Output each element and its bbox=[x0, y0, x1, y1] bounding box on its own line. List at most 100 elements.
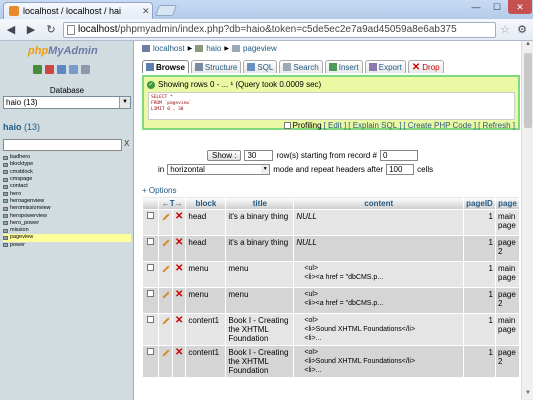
tab-sql[interactable]: SQL bbox=[243, 60, 278, 73]
table-row[interactable]: ✕ menu menu <ul> <li><a href = "dbCMS.p... 1 m… bbox=[142, 261, 520, 288]
window-close-icon[interactable]: ✕ bbox=[508, 0, 532, 14]
table-browse-icon[interactable] bbox=[3, 221, 8, 226]
breadcrumb-database[interactable]: haio bbox=[206, 44, 221, 53]
column-header[interactable]: content bbox=[293, 196, 464, 210]
table-row[interactable]: ✕ head it's a binary thing NULL 1 page 2 bbox=[142, 235, 520, 262]
display-mode-select[interactable]: horizontal ▼ bbox=[167, 163, 271, 175]
sidebar-table-item[interactable]: heroagenview bbox=[3, 198, 131, 205]
sidebar-table-item[interactable]: contact bbox=[3, 183, 131, 190]
maximize-icon[interactable]: ☐ bbox=[487, 0, 507, 14]
table-row[interactable]: ✕ head it's a binary thing NULL 1 main page bbox=[142, 209, 520, 236]
tab-insert[interactable]: Insert bbox=[324, 60, 363, 73]
sidebar-table-item[interactable]: cmspage bbox=[3, 176, 131, 183]
filter-clear-button[interactable]: X bbox=[124, 139, 129, 148]
edit-pencil-icon[interactable] bbox=[161, 316, 170, 325]
wrench-menu-icon[interactable]: ⚙ bbox=[514, 22, 530, 38]
delete-icon[interactable]: ✕ bbox=[175, 315, 183, 326]
edit-pencil-icon[interactable] bbox=[161, 212, 170, 221]
sidebar-table-item[interactable]: hero bbox=[3, 190, 131, 197]
sidebar-table-item[interactable]: badhero bbox=[3, 154, 131, 161]
table-browse-icon[interactable] bbox=[3, 243, 8, 248]
sidebar-table-item[interactable]: hero_power bbox=[3, 220, 131, 227]
address-bar[interactable]: localhost/phpmyadmin/index.php?db=haio&t… bbox=[63, 21, 497, 38]
table-browse-icon[interactable] bbox=[3, 235, 8, 240]
options-link[interactable]: + Options bbox=[142, 186, 176, 195]
home-icon[interactable] bbox=[33, 65, 42, 74]
edit-pencil-icon[interactable] bbox=[161, 238, 170, 247]
breadcrumb-table[interactable]: pageview bbox=[243, 44, 277, 53]
delete-icon[interactable]: ✕ bbox=[175, 237, 183, 248]
breadcrumb-server[interactable]: localhost bbox=[153, 44, 185, 53]
row-checkbox[interactable] bbox=[147, 348, 154, 355]
table-row[interactable]: ✕ content1 Book I - Creating the XHTML Fou… bbox=[142, 313, 520, 346]
sidebar-table-item[interactable]: pageview bbox=[3, 234, 131, 242]
column-header[interactable]: block bbox=[185, 196, 227, 210]
current-database-name[interactable]: haio (13) bbox=[3, 122, 40, 132]
delete-icon[interactable]: ✕ bbox=[175, 347, 183, 358]
table-browse-icon[interactable] bbox=[3, 184, 8, 189]
phpmyadmin-logo[interactable]: phpMyAdmin bbox=[28, 45, 98, 57]
table-browse-icon[interactable] bbox=[3, 199, 8, 204]
reload-icon[interactable]: ↻ bbox=[43, 22, 59, 38]
tab-drop[interactable]: ✕ Drop bbox=[407, 60, 444, 73]
new-tab-button[interactable] bbox=[154, 5, 178, 16]
start-record-input[interactable]: 0 bbox=[379, 149, 418, 161]
logout-icon[interactable] bbox=[45, 65, 54, 74]
profiling-checkbox[interactable] bbox=[283, 122, 291, 129]
row-checkbox[interactable] bbox=[147, 290, 154, 297]
edit-pencil-icon[interactable] bbox=[161, 290, 170, 299]
scrollbar-thumb[interactable] bbox=[524, 53, 532, 128]
delete-icon[interactable]: ✕ bbox=[175, 263, 183, 274]
sidebar-table-item[interactable]: heromissionview bbox=[3, 205, 131, 212]
row-checkbox[interactable] bbox=[147, 316, 154, 323]
column-arrows-icon[interactable]: ←T→ bbox=[157, 196, 187, 210]
show-button[interactable]: Show : bbox=[207, 149, 242, 161]
sidebar-table-item[interactable]: heropowerview bbox=[3, 212, 131, 219]
delete-icon[interactable]: ✕ bbox=[175, 289, 183, 300]
tab-export[interactable]: Export bbox=[364, 60, 406, 73]
column-header[interactable]: title bbox=[225, 196, 295, 210]
column-header[interactable]: pageID bbox=[463, 196, 496, 210]
sidebar-table-item[interactable]: power bbox=[3, 242, 131, 249]
back-icon[interactable]: ◀ bbox=[3, 22, 19, 38]
create-php-code-link[interactable]: [ Create PHP Code ] bbox=[403, 121, 476, 130]
table-browse-icon[interactable] bbox=[3, 206, 8, 211]
delete-icon[interactable]: ✕ bbox=[175, 211, 183, 222]
refresh-link[interactable]: [ Refresh ] bbox=[478, 121, 515, 130]
tab-search[interactable]: Search bbox=[279, 60, 323, 73]
table-browse-icon[interactable] bbox=[3, 155, 8, 160]
scroll-up-icon[interactable]: ▲ bbox=[522, 41, 533, 51]
scroll-down-icon[interactable]: ▼ bbox=[522, 390, 533, 400]
edit-pencil-icon[interactable] bbox=[161, 348, 170, 357]
edit-pencil-icon[interactable] bbox=[161, 264, 170, 273]
mysql-docs-icon[interactable] bbox=[81, 65, 90, 74]
table-browse-icon[interactable] bbox=[3, 177, 8, 182]
column-header[interactable]: page bbox=[495, 196, 520, 210]
browser-tab[interactable]: localhost / localhost / hai ✕ bbox=[3, 2, 153, 19]
vertical-scrollbar[interactable]: ▲ ▼ bbox=[521, 41, 533, 400]
bookmark-star-icon[interactable]: ☆ bbox=[500, 23, 510, 36]
table-browse-icon[interactable] bbox=[3, 214, 8, 219]
row-checkbox[interactable] bbox=[147, 212, 154, 219]
row-checkbox[interactable] bbox=[147, 238, 154, 245]
minimize-icon[interactable]: — bbox=[466, 0, 486, 14]
edit-link[interactable]: [ Edit ] bbox=[324, 121, 347, 130]
sidebar-table-item[interactable]: mission bbox=[3, 227, 131, 234]
query-window-icon[interactable] bbox=[57, 65, 66, 74]
forward-icon[interactable]: ▶ bbox=[23, 22, 39, 38]
tab-close-icon[interactable]: ✕ bbox=[142, 6, 152, 17]
database-select[interactable]: haio (13) ▼ bbox=[3, 96, 131, 109]
table-browse-icon[interactable] bbox=[3, 228, 8, 233]
table-browse-icon[interactable] bbox=[3, 192, 8, 197]
row-checkbox[interactable] bbox=[147, 264, 154, 271]
table-browse-icon[interactable] bbox=[3, 162, 8, 167]
table-row[interactable]: ✕ content1 Book I - Creating the XHTML Fou… bbox=[142, 345, 520, 378]
table-browse-icon[interactable] bbox=[3, 170, 8, 175]
documentation-icon[interactable] bbox=[69, 65, 78, 74]
table-filter-input[interactable] bbox=[3, 139, 122, 151]
tab-browse[interactable]: Browse bbox=[142, 60, 189, 73]
explain-sql-link[interactable]: [ Explain SQL ] bbox=[348, 121, 401, 130]
repeat-headers-input[interactable]: 100 bbox=[386, 163, 415, 175]
sidebar-table-item[interactable]: blocktype bbox=[3, 161, 131, 168]
tab-structure[interactable]: Structure bbox=[190, 60, 242, 73]
